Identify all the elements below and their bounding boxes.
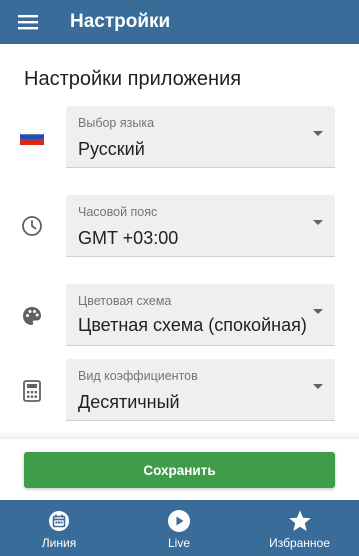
color-scheme-select[interactable]: Цветовая схема Цветная схема (спокойная) xyxy=(66,284,335,346)
hamburger-menu-icon[interactable] xyxy=(0,0,56,44)
russia-flag-icon xyxy=(20,125,44,149)
bottom-navigation: Линия Live Избранное xyxy=(0,500,359,556)
star-icon xyxy=(288,509,312,533)
timezone-label: Часовой пояс xyxy=(78,205,158,219)
nav-item-favorites[interactable]: Избранное xyxy=(240,500,359,556)
odds-format-label: Вид коэффициентов xyxy=(78,369,198,383)
color-scheme-label: Цветовая схема xyxy=(78,294,172,308)
play-icon xyxy=(167,509,191,533)
timezone-setting-row: Часовой пояс GMT +03:00 xyxy=(0,195,359,257)
nav-label-line: Линия xyxy=(41,536,77,550)
settings-content: Настройки приложения Выбор языка Русский… xyxy=(0,44,359,439)
color-scheme-value: Цветная схема (спокойная) xyxy=(78,315,307,335)
calculator-icon xyxy=(20,379,44,403)
timezone-value: GMT +03:00 xyxy=(78,228,179,248)
language-select[interactable]: Выбор языка Русский xyxy=(66,106,335,168)
section-title: Настройки приложения xyxy=(24,68,242,90)
language-setting-row: Выбор языка Русский xyxy=(0,106,359,168)
app-bar: Настройки xyxy=(0,0,359,44)
odds-format-setting-row: Вид коэффициентов Десятичный xyxy=(0,359,359,421)
dropdown-arrow-icon xyxy=(313,131,323,136)
language-value: Русский xyxy=(78,139,145,159)
nav-item-line[interactable]: Линия xyxy=(0,500,118,556)
calendar-icon xyxy=(47,509,71,533)
timezone-select[interactable]: Часовой пояс GMT +03:00 xyxy=(66,195,335,257)
odds-format-value: Десятичный xyxy=(78,392,180,412)
save-button[interactable]: Сохранить xyxy=(24,452,335,488)
save-area: Сохранить xyxy=(0,439,359,500)
nav-item-live[interactable]: Live xyxy=(118,500,240,556)
page-title: Настройки xyxy=(70,11,171,32)
nav-label-favorites: Избранное xyxy=(269,536,330,550)
dropdown-arrow-icon xyxy=(313,384,323,389)
nav-label-live: Live xyxy=(167,536,190,550)
dropdown-arrow-icon xyxy=(313,309,323,314)
odds-format-select[interactable]: Вид коэффициентов Десятичный xyxy=(66,359,335,421)
language-label: Выбор языка xyxy=(78,116,155,130)
clock-icon xyxy=(20,214,44,238)
color-scheme-setting-row: Цветовая схема Цветная схема (спокойная) xyxy=(0,284,359,346)
dropdown-arrow-icon xyxy=(313,220,323,225)
palette-icon xyxy=(20,304,44,328)
